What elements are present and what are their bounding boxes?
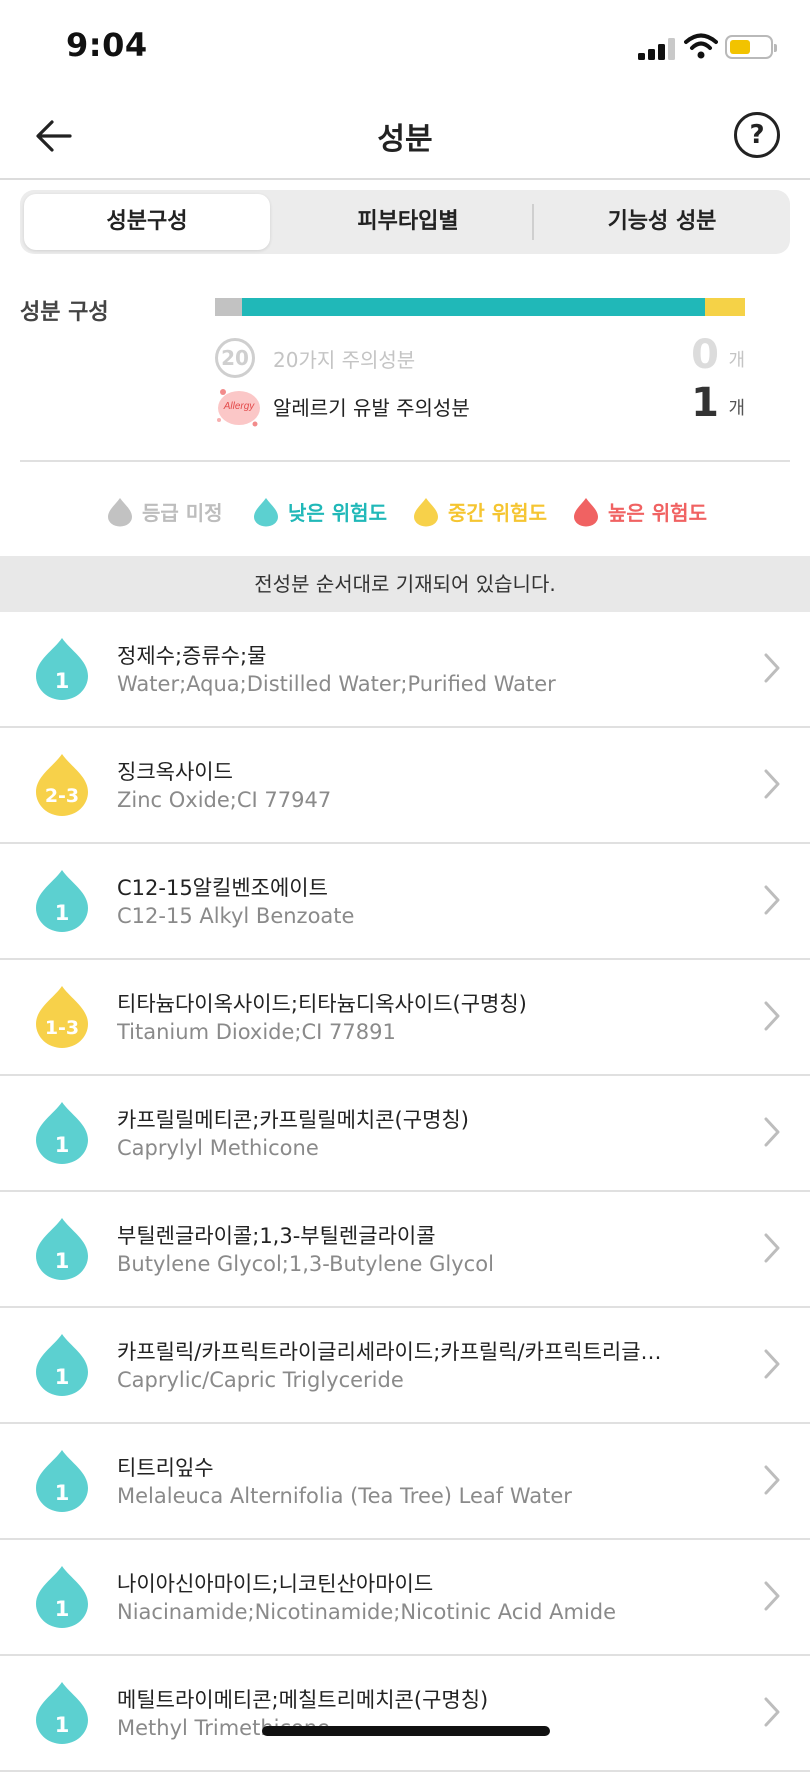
ingredient-row[interactable]: 1 메틸트라이메티콘;메칠트리메치콘(구명칭) Methyl Trimethicon… bbox=[0, 1656, 810, 1772]
ingredient-row[interactable]: 2-3 징크옥사이드 Zinc Oxide;CI 77947 bbox=[0, 728, 810, 844]
grade-label: 2-3 bbox=[44, 785, 80, 807]
composition-bar bbox=[215, 298, 745, 316]
allergy-warning-text: 알레르기 유발 주의성분 bbox=[273, 396, 470, 420]
ingredient-korean-name: C12-15알킬벤조에이트 bbox=[117, 876, 328, 900]
ingredient-english-name: Butylene Glycol;1,3-Butylene Glycol bbox=[117, 1252, 494, 1276]
grade-drop-icon: 1 bbox=[34, 1680, 90, 1746]
ingredient-english-name: Water;Aqua;Distilled Water;Purified Wate… bbox=[117, 672, 556, 696]
twenty-warning-unit: 개 bbox=[728, 350, 745, 371]
drop-icon bbox=[254, 498, 278, 527]
legend-label: 높은 위험도 bbox=[608, 501, 707, 525]
legend-label: 낮은 위험도 bbox=[288, 501, 387, 525]
wifi-icon bbox=[684, 33, 718, 59]
ingredient-english-name: Melaleuca Alternifolia (Tea Tree) Leaf W… bbox=[117, 1484, 572, 1508]
chevron-right-icon bbox=[764, 653, 780, 683]
tab-functional[interactable]: 기능성 성분 bbox=[538, 190, 786, 254]
page-title: 성분 bbox=[377, 122, 433, 157]
composition-segment-medium bbox=[705, 298, 745, 316]
cellular-signal-icon bbox=[638, 38, 676, 60]
chevron-right-icon bbox=[764, 1581, 780, 1611]
segment-tabs: 성분구성 피부타입별 기능성 성분 bbox=[20, 190, 790, 254]
grade-label: 1 bbox=[54, 669, 70, 693]
ingredient-korean-name: 카프릴릴메티콘;카프릴릴메치콘(구명칭) bbox=[117, 1108, 469, 1132]
ingredient-korean-name: 징크옥사이드 bbox=[117, 760, 233, 784]
ingredient-korean-name: 티트리잎수 bbox=[117, 1456, 214, 1480]
allergy-icon-label: Allergy bbox=[223, 401, 255, 412]
ingredient-row[interactable]: 1 카프릴릴메티콘;카프릴릴메치콘(구명칭) Caprylyl Methicone bbox=[0, 1076, 810, 1192]
ingredient-row[interactable]: 1 부틸렌글라이콜;1,3-부틸렌글라이콜 Butylene Glycol;1,3-… bbox=[0, 1192, 810, 1308]
chevron-right-icon bbox=[764, 885, 780, 915]
ingredient-english-name: Caprylyl Methicone bbox=[117, 1136, 319, 1160]
allergy-warning-count: 1 bbox=[691, 380, 719, 426]
status-time: 9:04 bbox=[66, 26, 148, 64]
ingredient-korean-name: 카프릴릭/카프릭트라이글리세라이드;카프릴릭/카프릭트리글… bbox=[117, 1340, 662, 1364]
battery-level bbox=[730, 40, 750, 54]
composition-segment-low bbox=[241, 298, 706, 316]
drop-icon bbox=[108, 498, 132, 527]
twenty-warning-row: 20 20가지 주의성분 0 개 bbox=[215, 332, 745, 386]
ingredient-english-name: C12-15 Alkyl Benzoate bbox=[117, 904, 355, 928]
grade-label: 1-3 bbox=[44, 1017, 80, 1039]
ingredient-row[interactable]: 1 티트리잎수 Melaleuca Alternifolia (Tea Tree) … bbox=[0, 1424, 810, 1540]
legend-label: 등급 미정 bbox=[142, 501, 223, 525]
grade-label: 1 bbox=[54, 1133, 70, 1157]
nav-bar: 성분 ? bbox=[0, 96, 810, 180]
ingredient-row[interactable]: 1 나이아신아마이드;니코틴산아마이드 Niacinamide;Nicotinami… bbox=[0, 1540, 810, 1656]
grade-label: 1 bbox=[54, 1365, 70, 1389]
grade-label: 1 bbox=[54, 901, 70, 925]
grade-label: 1 bbox=[54, 1713, 70, 1737]
ingredient-korean-name: 부틸렌글라이콜;1,3-부틸렌글라이콜 bbox=[117, 1224, 436, 1248]
grade-drop-icon: 1 bbox=[34, 1332, 90, 1398]
question-circle-icon[interactable]: ? bbox=[734, 112, 780, 158]
legend-label: 중간 위험도 bbox=[448, 501, 547, 525]
allergy-warning-row: Allergy 알레르기 유발 주의성분 1 개 bbox=[215, 380, 745, 434]
tab-skin-type[interactable]: 피부타입별 bbox=[290, 190, 526, 254]
battery-icon bbox=[725, 35, 777, 59]
order-notice: 전성분 순서대로 기재되어 있습니다. bbox=[0, 556, 810, 612]
section-divider bbox=[20, 460, 790, 462]
chevron-right-icon bbox=[764, 1349, 780, 1379]
ingredient-row[interactable]: 1 C12-15알킬벤조에이트 C12-15 Alkyl Benzoate bbox=[0, 844, 810, 960]
grade-label: 1 bbox=[54, 1249, 70, 1273]
grade-drop-icon: 1 bbox=[34, 868, 90, 934]
grade-drop-icon: 1-3 bbox=[34, 984, 90, 1050]
ingredient-english-name: Niacinamide;Nicotinamide;Nicotinic Acid … bbox=[117, 1600, 617, 1624]
chevron-right-icon bbox=[764, 769, 780, 799]
grade-drop-icon: 2-3 bbox=[34, 752, 90, 818]
composition-label: 성분 구성 bbox=[20, 300, 109, 325]
tab-composition[interactable]: 성분구성 bbox=[24, 194, 270, 250]
grade-drop-icon: 1 bbox=[34, 1564, 90, 1630]
grade-drop-icon: 1 bbox=[34, 1100, 90, 1166]
grade-label: 1 bbox=[54, 1481, 70, 1505]
chevron-right-icon bbox=[764, 1697, 780, 1727]
ingredient-row[interactable]: 1 정제수;증류수;물 Water;Aqua;Distilled Water;Pur… bbox=[0, 612, 810, 728]
chevron-right-icon bbox=[764, 1117, 780, 1147]
twenty-warning-icon: 20 bbox=[215, 338, 255, 378]
ingredient-korean-name: 메틸트라이메티콘;메칠트리메치콘(구명칭) bbox=[117, 1688, 489, 1712]
grade-drop-icon: 1 bbox=[34, 636, 90, 702]
grade-drop-icon: 1 bbox=[34, 1448, 90, 1514]
tab-separator bbox=[532, 204, 534, 240]
twenty-warning-text: 20가지 주의성분 bbox=[273, 348, 416, 372]
allergy-warning-unit: 개 bbox=[728, 398, 745, 419]
ingredient-korean-name: 정제수;증류수;물 bbox=[117, 644, 267, 668]
ingredient-row[interactable]: 1 카프릴릭/카프릭트라이글리세라이드;카프릴릭/카프릭트리글… Caprylic/… bbox=[0, 1308, 810, 1424]
ingredient-row[interactable]: 1-3 티타늄다이옥사이드;티타늄디옥사이드(구명칭) Titanium Dioxi… bbox=[0, 960, 810, 1076]
status-bar: 9:04 bbox=[0, 0, 810, 96]
ingredient-english-name: Caprylic/Capric Triglyceride bbox=[117, 1368, 404, 1392]
ingredient-korean-name: 나이아신아마이드;니코틴산아마이드 bbox=[117, 1572, 434, 1596]
drop-icon bbox=[574, 498, 598, 527]
chevron-right-icon bbox=[764, 1001, 780, 1031]
ingredient-english-name: Titanium Dioxide;CI 77891 bbox=[117, 1020, 396, 1044]
ingredient-english-name: Zinc Oxide;CI 77947 bbox=[117, 788, 332, 812]
twenty-warning-count: 0 bbox=[691, 332, 719, 378]
chevron-right-icon bbox=[764, 1465, 780, 1495]
home-indicator bbox=[262, 1726, 550, 1736]
grade-drop-icon: 1 bbox=[34, 1216, 90, 1282]
drop-icon bbox=[414, 498, 438, 527]
composition-segment-grade-unknown bbox=[215, 298, 242, 316]
grade-label: 1 bbox=[54, 1597, 70, 1621]
ingredient-korean-name: 티타늄다이옥사이드;티타늄디옥사이드(구명칭) bbox=[117, 992, 527, 1016]
chevron-right-icon bbox=[764, 1233, 780, 1263]
